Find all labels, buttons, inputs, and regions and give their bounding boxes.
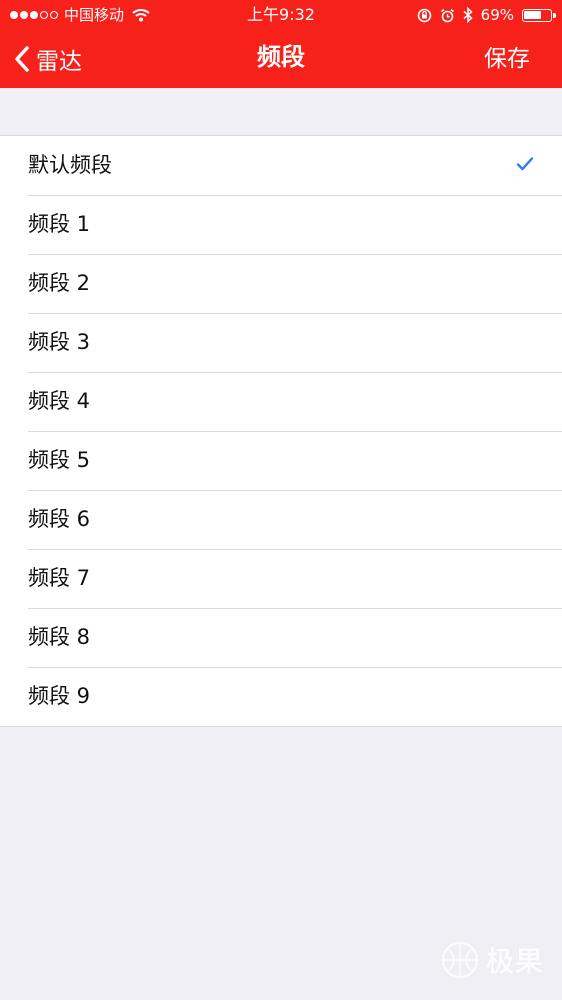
band-label: 频段 2 [28,271,91,295]
band-label: 默认频段 [28,153,112,177]
battery-percent: 69% [480,6,514,24]
band-row[interactable]: 频段 9 [0,667,562,726]
navigation-bar: 雷达 频段 保存 [0,30,562,88]
watermark-text: 极果 [485,945,544,978]
back-button[interactable]: 雷达 [14,40,82,78]
alarm-icon [440,8,454,22]
chevron-left-icon [15,46,29,72]
band-label: 频段 8 [28,625,91,649]
band-row[interactable]: 默认频段 [0,136,562,195]
band-label: 频段 7 [28,566,91,590]
battery-fill [524,10,541,19]
band-row[interactable]: 频段 1 [0,195,562,254]
watermark-logo: 极果 [440,940,544,980]
band-row[interactable]: 频段 6 [0,490,562,549]
checkmark-icon [516,157,534,171]
band-label: 频段 6 [28,507,91,531]
band-row[interactable]: 频段 7 [0,549,562,608]
band-label: 频段 5 [28,448,91,472]
battery-nub [553,12,556,18]
save-button[interactable]: 保存 [484,40,530,78]
battery-icon [522,8,556,22]
band-row[interactable]: 频段 3 [0,313,562,372]
band-label: 频段 3 [28,330,91,354]
status-right: 69% [417,0,556,30]
page-title: 频段 [257,43,305,71]
band-label: 频段 1 [28,212,91,236]
basketball-logo-icon [441,941,479,979]
band-row[interactable]: 频段 4 [0,372,562,431]
band-label: 频段 4 [28,389,91,413]
band-row[interactable]: 频段 8 [0,608,562,667]
top-bar: 中国移动 上午9:32 69% 雷达 频段 保存 [0,0,562,88]
band-list: 默认频段频段 1 频段 2 频段 3 频段 4 频段 5 频段 6 频段 7 频段 8 频段 9 [0,135,562,727]
status-bar: 中国移动 上午9:32 69% [0,0,562,30]
back-button-label: 雷达 [36,49,82,75]
band-row[interactable]: 频段 2 [0,254,562,313]
bluetooth-icon [463,7,473,23]
band-label: 频段 9 [28,684,91,708]
orientation-lock-icon [417,8,431,22]
band-row[interactable]: 频段 5 [0,431,562,490]
